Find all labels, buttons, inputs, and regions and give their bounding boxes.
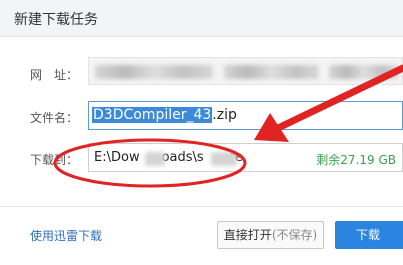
url-label: 网 址： (30, 68, 79, 82)
dialog-titlebar: 新建下载任务 (0, 0, 403, 37)
url-redaction-blur (224, 65, 319, 79)
download-path-input[interactable]: E:\Dowoads\sre 剩余27.19 GB (88, 143, 403, 172)
filename-input[interactable]: D3DCompiler_43.zip (88, 101, 403, 130)
footer-divider (0, 206, 403, 207)
download-to-label: 下载到： (30, 153, 79, 167)
dialog-title: 新建下载任务 (14, 12, 98, 28)
url-field[interactable] (88, 57, 403, 85)
download-button[interactable]: 下载 (335, 221, 403, 249)
space-remaining: 剩余27.19 GB (316, 153, 396, 167)
path-segment: E:\Dow (94, 150, 140, 165)
url-redaction-blur (329, 65, 399, 79)
filename-selected-text: D3DCompiler_43 (92, 107, 213, 123)
open-directly-label: 直接打开 (223, 228, 272, 242)
filename-label: 文件名： (30, 111, 79, 125)
open-directly-button[interactable]: 直接打开(不保存) (217, 221, 324, 249)
open-directly-note: (不保存) (271, 228, 318, 242)
filename-extension: .zip (212, 107, 237, 123)
use-xunlei-link[interactable]: 使用迅雷下载 (30, 227, 102, 244)
path-redaction-blur (211, 152, 237, 166)
path-segment: oads\s (161, 150, 204, 165)
path-redaction-blur (145, 152, 165, 166)
url-redaction-blur (95, 65, 213, 79)
